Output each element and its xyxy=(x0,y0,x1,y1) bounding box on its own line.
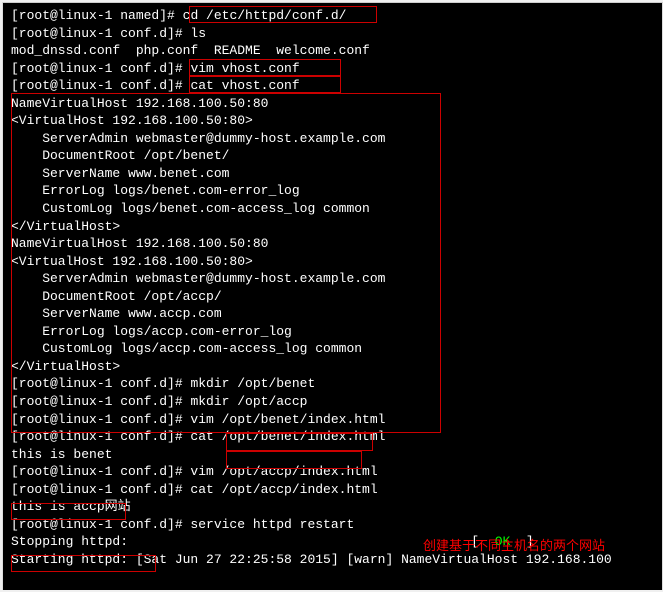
terminal-output: ErrorLog logs/benet.com-error_log xyxy=(11,182,654,200)
terminal-output: DocumentRoot /opt/benet/ xyxy=(11,147,654,165)
terminal-output: CustomLog logs/accp.com-access_log commo… xyxy=(11,340,654,358)
annotation-text: 创建基于不同主机名的两个网站 xyxy=(423,537,605,555)
terminal-line: [root@linux-1 conf.d]# vim vhost.conf xyxy=(11,60,654,78)
prompt: [root@linux-1 conf.d]# xyxy=(11,376,190,391)
terminal-window[interactable]: [root@linux-1 named]# cd /etc/httpd/conf… xyxy=(2,2,663,590)
terminal-output: NameVirtualHost 192.168.100.50:80 xyxy=(11,235,654,253)
terminal-output: ServerName www.accp.com xyxy=(11,305,654,323)
prompt: [root@linux-1 named]# xyxy=(11,8,183,23)
terminal-line: [root@linux-1 conf.d]# mkdir /opt/benet xyxy=(11,375,654,393)
terminal-line: [root@linux-1 conf.d]# cat /opt/benet/in… xyxy=(11,428,654,446)
command: cat vhost.conf xyxy=(190,78,299,93)
terminal-output: <VirtualHost 192.168.100.50:80> xyxy=(11,253,654,271)
terminal-output: NameVirtualHost 192.168.100.50:80 xyxy=(11,95,654,113)
command: cd /etc/httpd/conf.d/ xyxy=(183,8,347,23)
terminal-output: <VirtualHost 192.168.100.50:80> xyxy=(11,112,654,130)
command: vim vhost.conf xyxy=(190,61,299,76)
terminal-line: [root@linux-1 named]# cd /etc/httpd/conf… xyxy=(11,7,654,25)
terminal-line: [root@linux-1 conf.d]# ls xyxy=(11,25,654,43)
terminal-line: [root@linux-1 conf.d]# cat vhost.conf xyxy=(11,77,654,95)
terminal-output: this is benet xyxy=(11,446,654,464)
terminal-output: this is accp网站 xyxy=(11,498,654,516)
terminal-output: </VirtualHost> xyxy=(11,218,654,236)
terminal-output: CustomLog logs/benet.com-access_log comm… xyxy=(11,200,654,218)
terminal-output: </VirtualHost> xyxy=(11,358,654,376)
terminal-line: [root@linux-1 conf.d]# service httpd res… xyxy=(11,516,654,534)
terminal-output: mod_dnssd.conf php.conf README welcome.c… xyxy=(11,42,654,60)
terminal-line: [root@linux-1 conf.d]# mkdir /opt/accp xyxy=(11,393,654,411)
terminal-output: DocumentRoot /opt/accp/ xyxy=(11,288,654,306)
terminal-line: [root@linux-1 conf.d]# cat /opt/accp/ind… xyxy=(11,481,654,499)
terminal-output: ServerAdmin webmaster@dummy-host.example… xyxy=(11,130,654,148)
prompt: [root@linux-1 conf.d]# xyxy=(11,78,190,93)
prompt: [root@linux-1 conf.d]# xyxy=(11,394,190,409)
command: mkdir /opt/accp xyxy=(190,394,307,409)
terminal-output: ErrorLog logs/accp.com-error_log xyxy=(11,323,654,341)
terminal-line: [root@linux-1 conf.d]# vim /opt/benet/in… xyxy=(11,411,654,429)
prompt: [root@linux-1 conf.d]# xyxy=(11,61,190,76)
command: mkdir /opt/benet xyxy=(190,376,315,391)
terminal-line: [root@linux-1 conf.d]# vim /opt/accp/ind… xyxy=(11,463,654,481)
terminal-output: ServerName www.benet.com xyxy=(11,165,654,183)
terminal-output: ServerAdmin webmaster@dummy-host.example… xyxy=(11,270,654,288)
